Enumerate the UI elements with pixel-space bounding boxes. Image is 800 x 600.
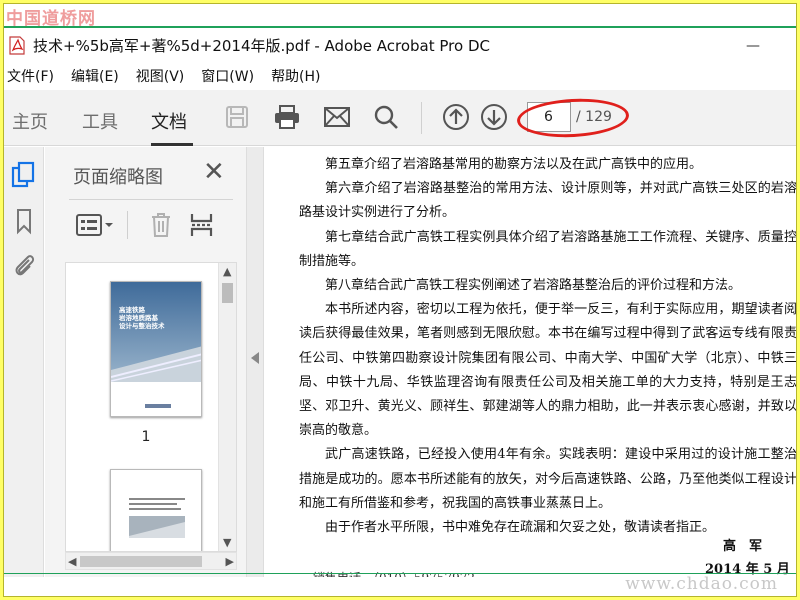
panel-splitter[interactable] <box>246 147 264 577</box>
toolbar-separator <box>421 102 422 134</box>
page-up-icon[interactable] <box>441 102 471 132</box>
vertical-scroll-thumb[interactable] <box>222 283 233 303</box>
menu-file[interactable]: 文件(F) <box>7 66 54 86</box>
attachment-icon[interactable] <box>10 251 38 279</box>
top-divider <box>4 26 796 28</box>
paragraph: 武广高速铁路，已经投入使用4年有余。实践表明：建设中采用过的设计施工整治措施是成… <box>299 447 797 511</box>
thumbnail-list[interactable]: 高速铁路 岩溶地质路基 设计与整治技术 1 ▲ ▼ <box>65 262 237 552</box>
menu-view[interactable]: 视图(V) <box>136 66 185 86</box>
tab-document[interactable]: 文档 <box>151 108 187 134</box>
page-down-icon[interactable] <box>479 102 509 132</box>
search-icon[interactable] <box>371 102 401 132</box>
watermark-bottom: www.chdao.com <box>625 574 778 594</box>
save-icon[interactable] <box>222 102 252 132</box>
thumbnail-tools <box>69 205 239 245</box>
minimize-button[interactable]: — <box>746 38 760 54</box>
document-page: 第五章介绍了岩溶路基常用的勘察方法以及在武广高铁中的应用。 第六章介绍了岩溶路基… <box>265 147 797 577</box>
thumbnail-page-1[interactable]: 高速铁路 岩溶地质路基 设计与整治技术 <box>110 281 202 417</box>
paragraph: 第六章介绍了岩溶路基整治的常用方法、设计原则等，并对武广高铁三处区的岩溶路基设计… <box>299 181 797 221</box>
signature-author: 高 军 <box>723 539 763 554</box>
scroll-left-arrow[interactable]: ◀ <box>68 555 76 568</box>
page-thumbnails-icon[interactable] <box>10 161 38 189</box>
paragraph: 本书所述内容，密切以工程为依托，便于举一反三，有利于实际应用，期望读者阅读后获得… <box>299 302 797 439</box>
tools-separator <box>127 211 128 239</box>
menu-window[interactable]: 窗口(W) <box>201 66 254 86</box>
panel-divider <box>69 199 233 200</box>
thumbnail-page-2[interactable] <box>110 469 202 551</box>
print-icon[interactable] <box>272 102 302 132</box>
paragraph: 第七章结合武广高铁工程实例具体介绍了岩溶路基施工工作流程、关键序、质量控制措施等… <box>299 229 797 269</box>
tab-home[interactable]: 主页 <box>12 108 48 134</box>
delete-page-icon[interactable] <box>149 211 173 243</box>
close-panel-button[interactable]: ✕ <box>203 159 225 185</box>
menu-bar: 文件(F) 编辑(E) 视图(V) 窗口(W) 帮助(H) <box>4 64 796 88</box>
paragraph: 第五章介绍了岩溶路基常用的勘察方法以及在武广高铁中的应用。 <box>325 157 703 172</box>
collapse-panel-arrow-icon[interactable] <box>251 352 259 364</box>
horizontal-scroll-thumb[interactable] <box>80 556 202 567</box>
insert-page-icon[interactable] <box>189 211 215 243</box>
title-bar: 技术+%5b高军+著%5d+2014年版.pdf - Adobe Acrobat… <box>4 30 796 60</box>
window-title: 技术+%5b高军+著%5d+2014年版.pdf - Adobe Acrobat… <box>33 36 490 55</box>
menu-edit[interactable]: 编辑(E) <box>71 66 119 86</box>
thumbnail-horizontal-scrollbar[interactable]: ◀ ▶ <box>65 552 237 570</box>
menu-help[interactable]: 帮助(H) <box>271 66 320 86</box>
active-tab-indicator <box>151 143 193 146</box>
bookmark-icon[interactable] <box>10 207 38 235</box>
thumbnail-options-icon[interactable] <box>75 213 115 241</box>
email-icon[interactable] <box>322 102 352 132</box>
paragraph: 第八章结合武广高铁工程实例阐述了岩溶路基整治后的评价过程和方法。 <box>325 278 742 294</box>
scroll-down-arrow[interactable]: ▼ <box>223 536 231 549</box>
cover-title: 高速铁路 岩溶地质路基 设计与整治技术 <box>119 306 165 330</box>
scroll-up-arrow[interactable]: ▲ <box>223 265 231 278</box>
main-toolbar: 主页 工具 文档 6 / 129 <box>4 90 796 146</box>
pdf-file-icon <box>9 35 25 55</box>
thumbnail-vertical-scrollbar[interactable]: ▲ ▼ <box>218 263 236 551</box>
screenshot-frame: 中国道桥网 技术+%5b高军+著%5d+2014年版.pdf - Adobe A… <box>3 3 797 597</box>
thumbnail-page-1-label: 1 <box>141 429 151 445</box>
document-view[interactable]: 第五章介绍了岩溶路基常用的勘察方法以及在武广高铁中的应用。 第六章介绍了岩溶路基… <box>265 147 797 577</box>
tab-tools[interactable]: 工具 <box>82 108 118 134</box>
scroll-right-arrow[interactable]: ▶ <box>226 555 234 568</box>
left-navigation-rail <box>4 147 44 577</box>
thumbnails-panel-title: 页面缩略图 <box>73 167 163 188</box>
thumbnails-panel: 页面缩略图 ✕ 高速铁路 岩溶地质路基 设计与整治技术 1 ▲ ▼ ◀ ▶ <box>45 147 246 577</box>
